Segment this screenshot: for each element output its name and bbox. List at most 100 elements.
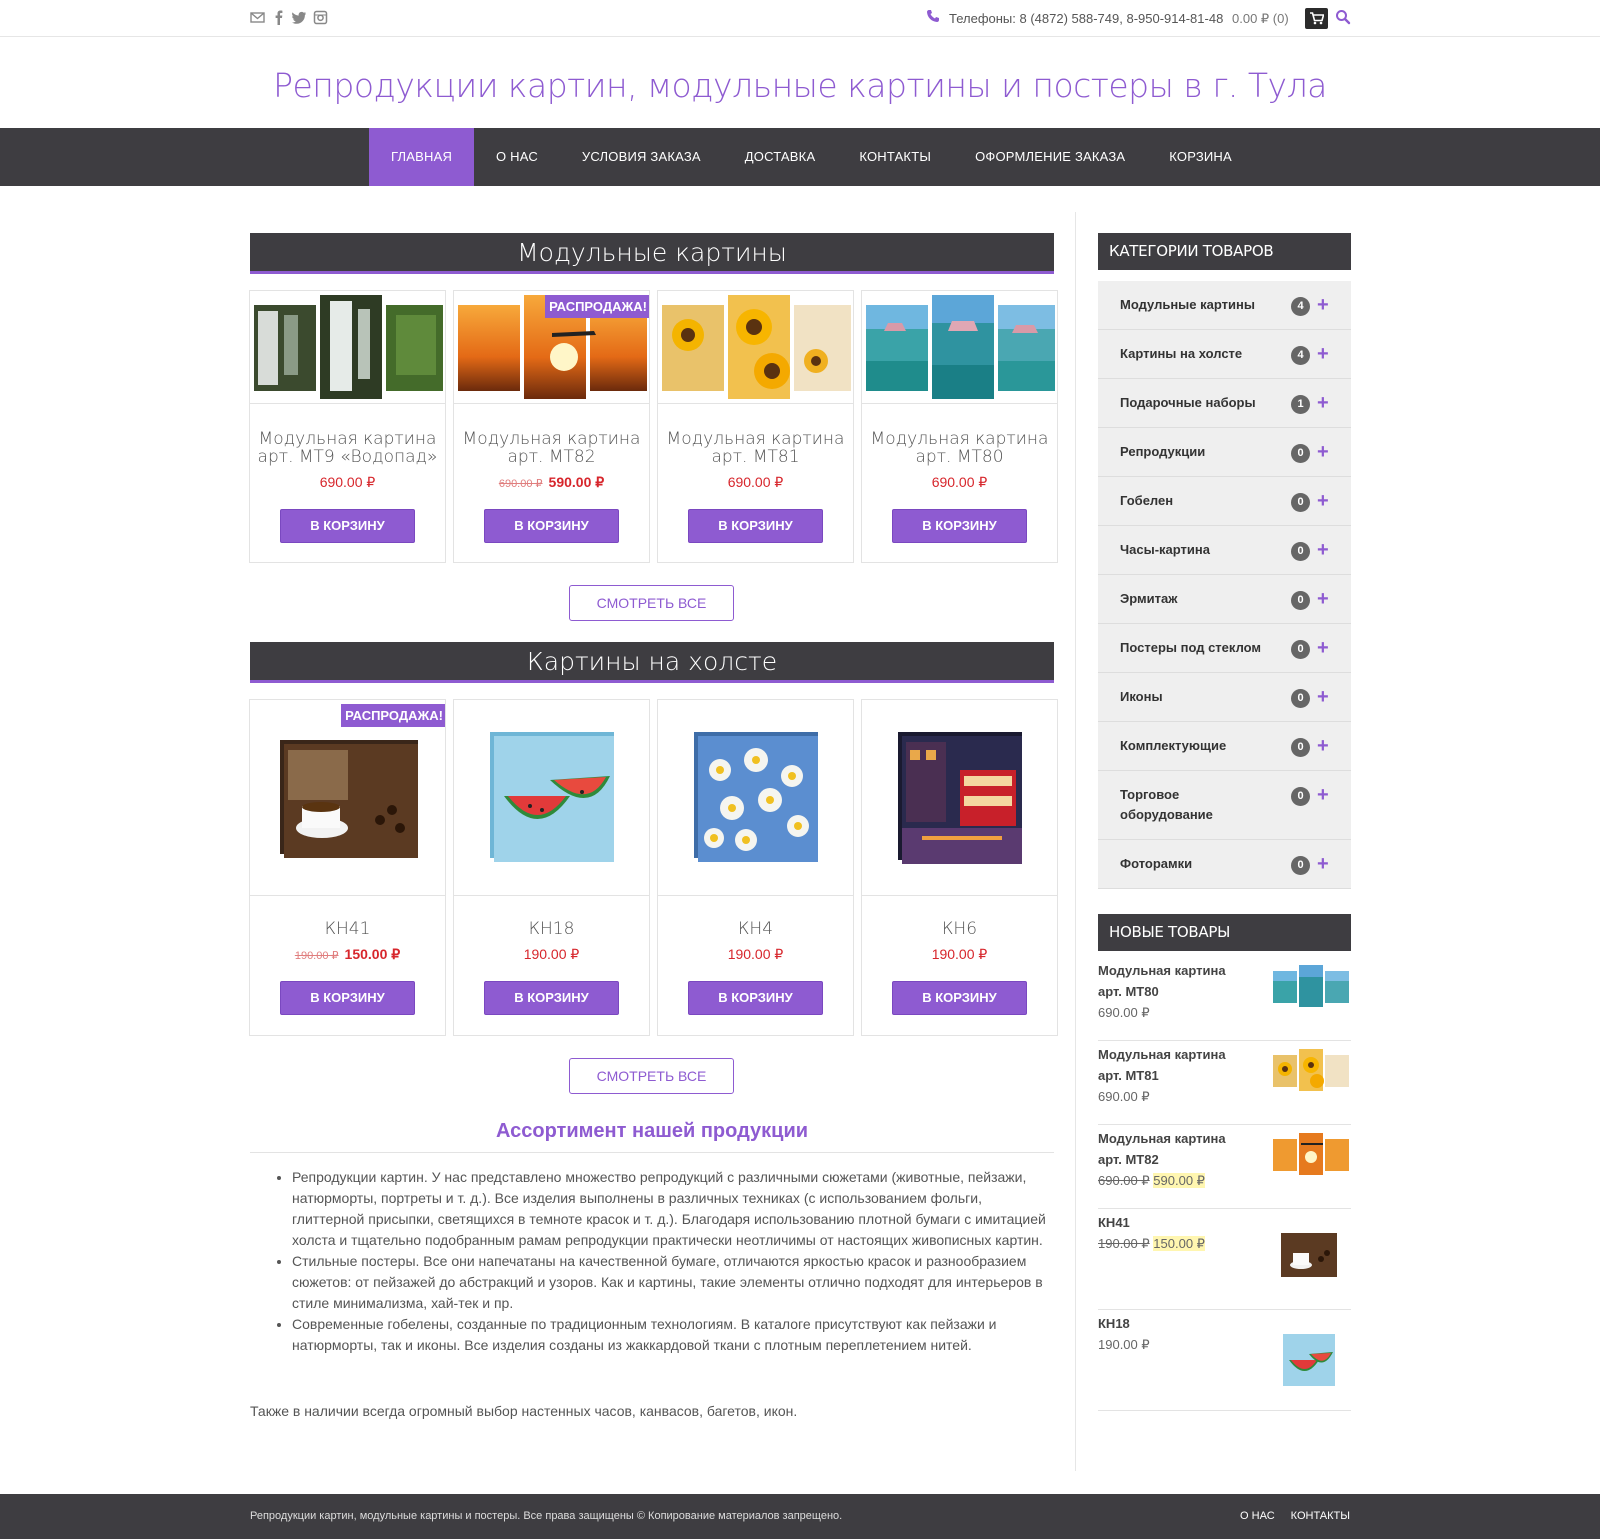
product-image[interactable]: [862, 700, 1057, 896]
search-icon[interactable]: [1335, 9, 1351, 25]
nav-about[interactable]: О нас: [474, 128, 560, 186]
product-image[interactable]: РАСПРОДАЖА!: [250, 700, 445, 896]
plus-icon[interactable]: +: [1317, 636, 1329, 660]
category-item[interactable]: Репродукции 0 +: [1098, 428, 1351, 477]
list-item: Стильные постеры. Все они напечатаны на …: [292, 1251, 1054, 1314]
new-item[interactable]: КН18 190.00 ₽: [1098, 1310, 1351, 1411]
product-title[interactable]: Модульная картина арт. МТ81: [658, 430, 853, 466]
category-item[interactable]: Постеры под стеклом 0 +: [1098, 624, 1351, 673]
product-card[interactable]: КН18 190.00 ₽ В КОРЗИНУ: [453, 699, 650, 1036]
category-item[interactable]: Иконы 0 +: [1098, 673, 1351, 722]
category-item[interactable]: Комплектующие 0 +: [1098, 722, 1351, 771]
plus-icon[interactable]: +: [1317, 734, 1329, 758]
product-image[interactable]: [658, 291, 853, 404]
product-card[interactable]: Модульная картина арт. МТ9 «Водопад» 690…: [249, 290, 446, 563]
category-item[interactable]: Картины на холсте 4 +: [1098, 330, 1351, 379]
add-to-cart-button[interactable]: В КОРЗИНУ: [484, 981, 619, 1015]
category-item[interactable]: Модульные картины 4 +: [1098, 281, 1351, 330]
plus-icon[interactable]: +: [1317, 440, 1329, 464]
product-title[interactable]: Модульная картина арт. МТ9 «Водопад»: [250, 430, 445, 466]
category-item[interactable]: Эрмитаж 0 +: [1098, 575, 1351, 624]
plus-icon[interactable]: +: [1317, 685, 1329, 709]
assortment-list: Репродукции картин. У нас представлено м…: [272, 1167, 1054, 1356]
instagram-icon[interactable]: [313, 10, 328, 25]
phones-text: Телефоны: 8 (4872) 588-749, 8-950-914-81…: [949, 11, 1224, 26]
section-title-modular: Модульные картины: [250, 233, 1054, 274]
product-title[interactable]: КН6: [862, 920, 1057, 938]
nav-order-terms[interactable]: Условия заказа: [560, 128, 723, 186]
add-to-cart-button[interactable]: В КОРЗИНУ: [688, 981, 823, 1015]
new-item[interactable]: Модульная картина арт. МТ80 690.00 ₽: [1098, 957, 1351, 1041]
nav-delivery[interactable]: Доставка: [723, 128, 838, 186]
new-item-thumbnail[interactable]: [1271, 963, 1351, 1014]
product-title[interactable]: КН41: [250, 920, 445, 938]
product-card[interactable]: РАСПРОДАЖА! Модульная картина арт. МТ82 …: [453, 290, 650, 563]
facebook-icon[interactable]: [271, 10, 286, 25]
top-bar: Телефоны: 8 (4872) 588-749, 8-950-914-81…: [0, 0, 1600, 37]
category-item[interactable]: Торговое оборудование 0 +: [1098, 771, 1351, 840]
plus-icon[interactable]: +: [1317, 391, 1329, 415]
site-title[interactable]: Репродукции картин, модульные картины и …: [0, 66, 1600, 105]
new-item-price: 690.00 ₽ 590.00 ₽: [1098, 1173, 1205, 1188]
new-item-name[interactable]: КН18: [1098, 1316, 1130, 1331]
new-items-list: Модульная картина арт. МТ80 690.00 ₽ Моду…: [1098, 957, 1351, 1411]
new-item-name[interactable]: КН41: [1098, 1215, 1130, 1230]
product-image[interactable]: РАСПРОДАЖА!: [454, 291, 649, 404]
plus-icon[interactable]: +: [1317, 587, 1329, 611]
nav-home[interactable]: Главная: [369, 128, 475, 186]
new-item-thumbnail[interactable]: [1271, 1047, 1351, 1098]
category-item[interactable]: Часы-картина 0 +: [1098, 526, 1351, 575]
new-item[interactable]: Модульная картина арт. МТ82 690.00 ₽ 590.…: [1098, 1125, 1351, 1209]
category-item[interactable]: Фоторамки 0 +: [1098, 840, 1351, 889]
product-image[interactable]: [454, 700, 649, 896]
category-item[interactable]: Подарочные наборы 1 +: [1098, 379, 1351, 428]
nav-cart[interactable]: Корзина: [1147, 128, 1254, 186]
cart-button[interactable]: [1305, 8, 1328, 29]
new-item-name[interactable]: Модульная картина арт. МТ81: [1098, 1047, 1226, 1083]
new-item-name[interactable]: Модульная картина арт. МТ82: [1098, 1131, 1226, 1167]
plus-icon[interactable]: +: [1317, 538, 1329, 562]
add-to-cart-button[interactable]: В КОРЗИНУ: [892, 981, 1027, 1015]
product-card[interactable]: Модульная картина арт. МТ81 690.00 ₽ В К…: [657, 290, 854, 563]
new-item-thumbnail[interactable]: [1279, 1229, 1339, 1286]
plus-icon[interactable]: +: [1317, 852, 1329, 876]
product-image[interactable]: [658, 700, 853, 896]
plus-icon[interactable]: +: [1317, 342, 1329, 366]
nav-checkout[interactable]: Оформление заказа: [953, 128, 1147, 186]
view-all-modular-button[interactable]: СМОТРЕТЬ ВСЕ: [569, 585, 734, 621]
product-image[interactable]: [250, 291, 445, 404]
new-item-thumbnail[interactable]: [1271, 1131, 1351, 1182]
product-card[interactable]: КН6 190.00 ₽ В КОРЗИНУ: [861, 699, 1058, 1036]
new-item-price: 190.00 ₽ 150.00 ₽: [1098, 1236, 1205, 1251]
new-item-thumbnail[interactable]: [1279, 1330, 1339, 1395]
cart-total[interactable]: 0.00 ₽ (0): [1232, 11, 1289, 27]
product-title[interactable]: КН4: [658, 920, 853, 938]
product-image[interactable]: [862, 291, 1057, 404]
plus-icon[interactable]: +: [1317, 293, 1329, 317]
product-card[interactable]: РАСПРОДАЖА! КН41 190.00 ₽150.00 ₽ В КОРЗ…: [249, 699, 446, 1036]
new-item[interactable]: Модульная картина арт. МТ81 690.00 ₽: [1098, 1041, 1351, 1125]
add-to-cart-button[interactable]: В КОРЗИНУ: [280, 981, 415, 1015]
count-badge: 0: [1291, 856, 1310, 875]
view-all-canvas-button[interactable]: СМОТРЕТЬ ВСЕ: [569, 1058, 734, 1094]
add-to-cart-button[interactable]: В КОРЗИНУ: [892, 509, 1027, 543]
product-title[interactable]: Модульная картина арт. МТ80: [862, 430, 1057, 466]
twitter-icon[interactable]: [291, 10, 307, 25]
footer-link-contacts[interactable]: Контакты: [1291, 1510, 1350, 1522]
product-title[interactable]: КН18: [454, 920, 649, 938]
product-title[interactable]: Модульная картина арт. МТ82: [454, 430, 649, 466]
plus-icon[interactable]: +: [1317, 489, 1329, 513]
add-to-cart-button[interactable]: В КОРЗИНУ: [280, 509, 415, 543]
footer-link-about[interactable]: О нас: [1240, 1510, 1275, 1522]
mail-icon[interactable]: [250, 10, 265, 25]
product-card[interactable]: Модульная картина арт. МТ80 690.00 ₽ В К…: [861, 290, 1058, 563]
add-to-cart-button[interactable]: В КОРЗИНУ: [484, 509, 619, 543]
product-card[interactable]: КН4 190.00 ₽ В КОРЗИНУ: [657, 699, 854, 1036]
plus-icon[interactable]: +: [1317, 783, 1329, 807]
divider: [250, 1152, 1054, 1153]
nav-contacts[interactable]: Контакты: [837, 128, 953, 186]
new-item[interactable]: КН41 190.00 ₽ 150.00 ₽: [1098, 1209, 1351, 1310]
add-to-cart-button[interactable]: В КОРЗИНУ: [688, 509, 823, 543]
new-item-name[interactable]: Модульная картина арт. МТ80: [1098, 963, 1226, 999]
category-item[interactable]: Гобелен 0 +: [1098, 477, 1351, 526]
